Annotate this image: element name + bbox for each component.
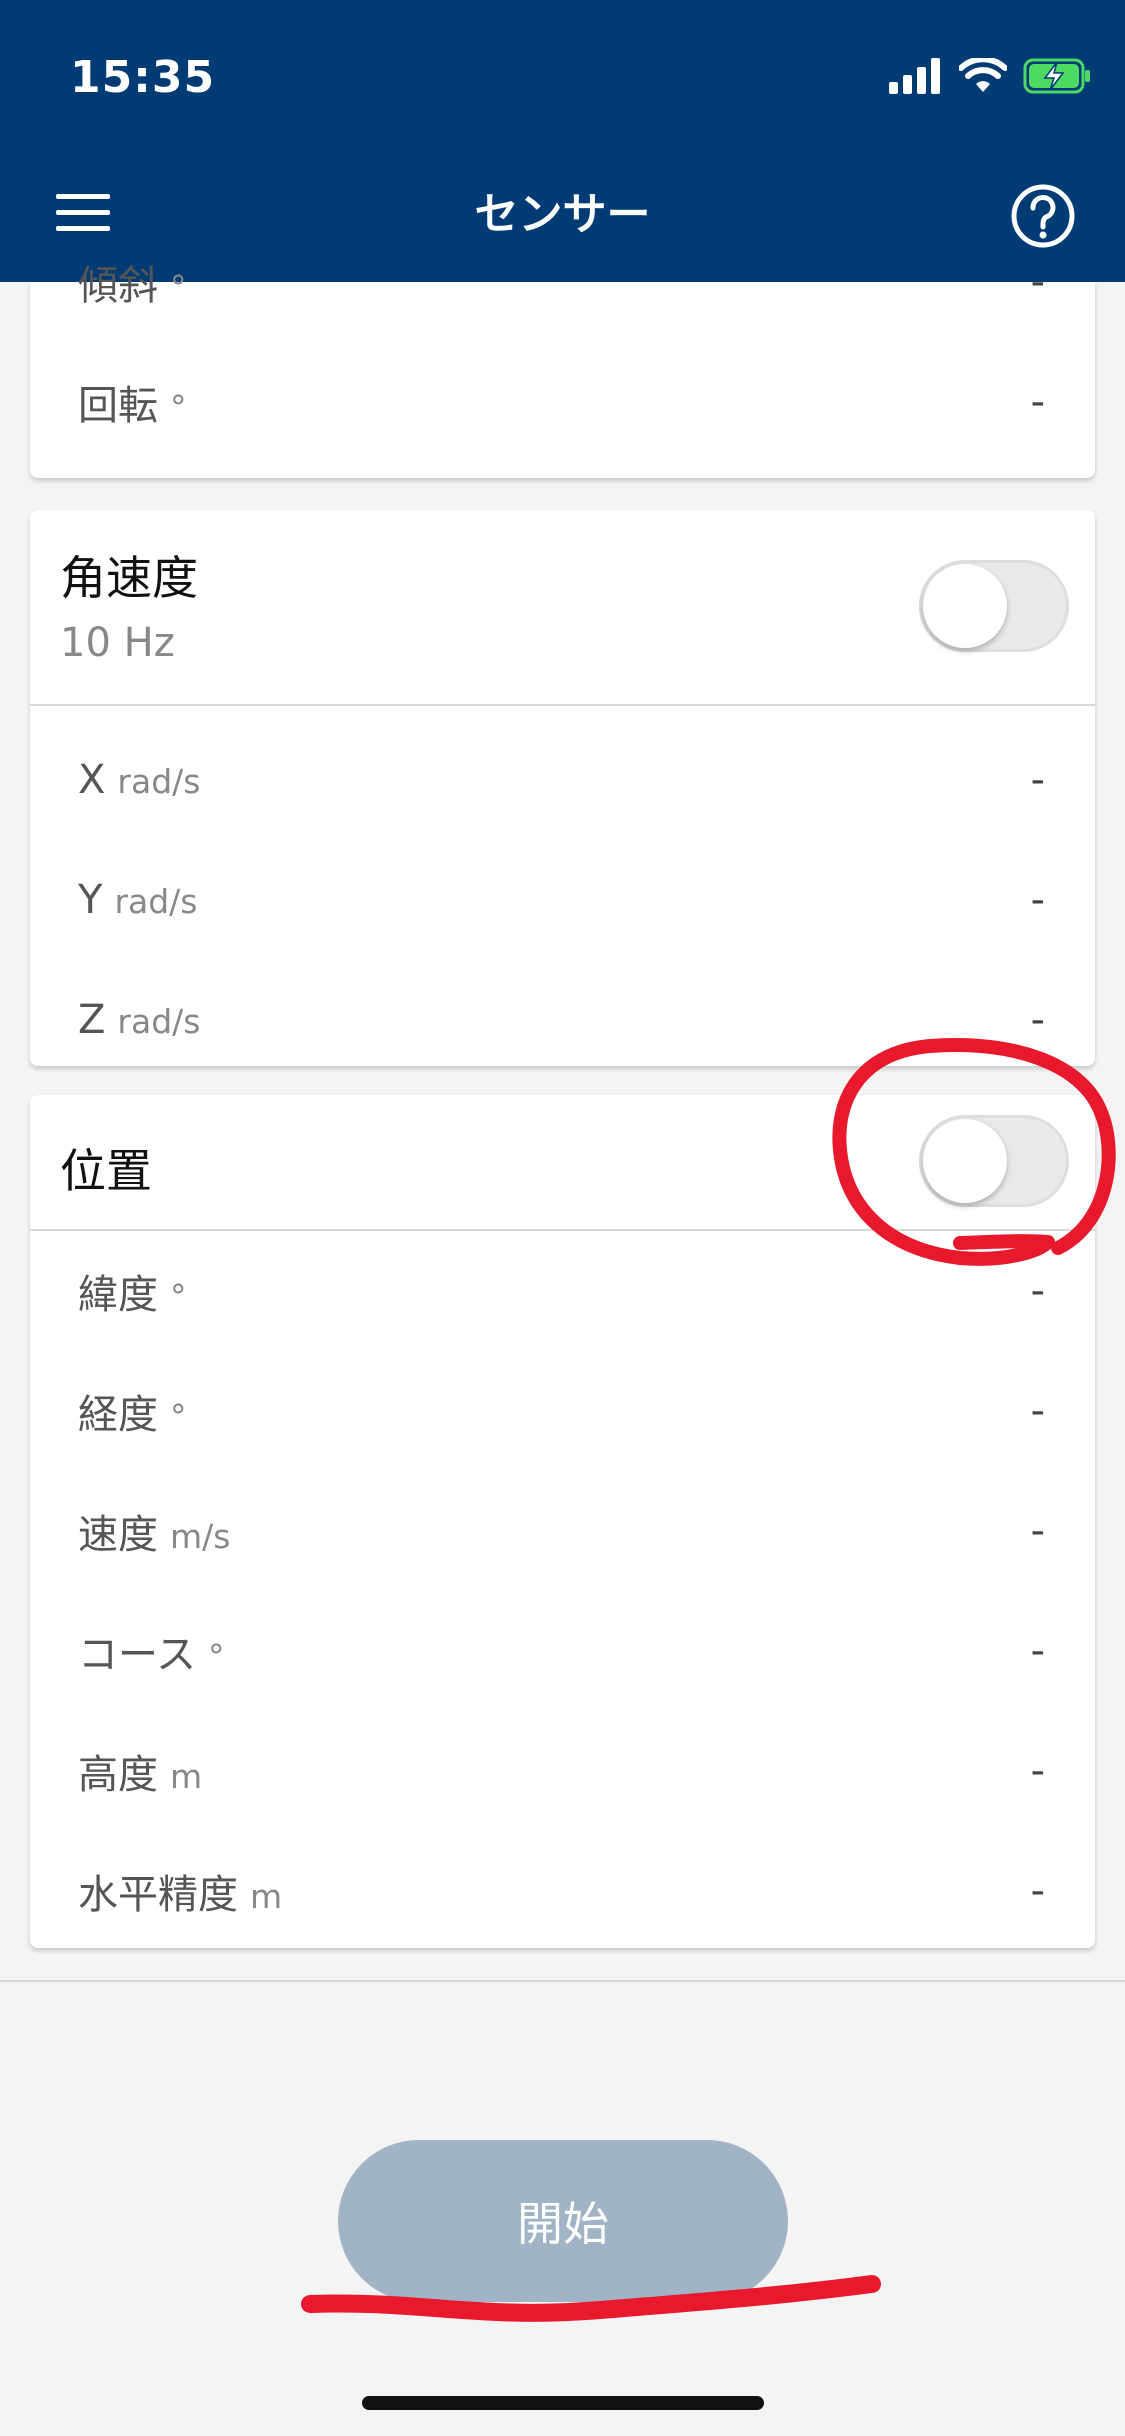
list-item: 高度 m - (30, 1711, 1095, 1831)
angular-velocity-card: 角速度 10 Hz Xrad/s - Yrad/s - Zrad/s - (30, 510, 1095, 1066)
row-label: 傾斜 ° (78, 263, 187, 309)
row-value: - (1030, 259, 1045, 305)
location-card: 位置 緯度 ° - 経度 ° - 速度 m/s - コース ° - 高度 m - 水平精度… (30, 1095, 1095, 1948)
battery-charging-icon (1023, 58, 1090, 94)
row-value: - (1030, 1868, 1045, 1914)
list-item: 回転 ° - (30, 342, 1095, 462)
row-value: - (1030, 1628, 1045, 1674)
row-label: 水平精度 m (78, 1872, 283, 1918)
footer-divider (0, 1980, 1125, 1982)
row-value: - (1030, 1508, 1045, 1554)
card-title: 位置 (60, 1144, 152, 1198)
row-label: 高度 m (78, 1752, 203, 1798)
wifi-icon (959, 58, 1007, 92)
sampling-rate: 10 Hz (60, 620, 175, 666)
cellular-signal-icon (889, 58, 940, 94)
status-time: 15:35 (70, 52, 216, 103)
list-item: 傾斜 ° - (30, 222, 1095, 342)
list-item: コース ° - (30, 1591, 1095, 1711)
list-item: 水平精度 m - (30, 1831, 1095, 1951)
card-header: 角速度 10 Hz (30, 510, 1095, 706)
row-label: Xrad/s (78, 757, 201, 803)
start-button[interactable]: 開始 (338, 2140, 788, 2302)
row-value: - (1030, 1268, 1045, 1314)
toggle-knob (923, 1119, 1007, 1203)
row-value: - (1030, 997, 1045, 1043)
list-item: Yrad/s - (30, 840, 1095, 960)
toggle-knob (923, 564, 1007, 648)
row-value: - (1030, 877, 1045, 923)
home-indicator (362, 2396, 764, 2410)
row-value: - (1030, 379, 1045, 425)
row-value: - (1030, 1748, 1045, 1794)
row-label: 経度 ° (78, 1392, 187, 1438)
attitude-card: 傾斜 ° - 回転 ° - (30, 259, 1095, 478)
list-item: Xrad/s - (30, 720, 1095, 840)
row-label: コース ° (78, 1632, 225, 1678)
list-item: 速度 m/s - (30, 1471, 1095, 1591)
row-value: - (1030, 757, 1045, 803)
location-toggle[interactable] (919, 1115, 1069, 1207)
card-title: 角速度 (60, 551, 198, 605)
list-item: 緯度 ° - (30, 1231, 1095, 1351)
row-label: 緯度 ° (78, 1272, 187, 1318)
list-item: 経度 ° - (30, 1351, 1095, 1471)
row-label: 速度 m/s (78, 1512, 231, 1558)
card-header: 位置 (30, 1095, 1095, 1231)
angular-velocity-toggle[interactable] (919, 560, 1069, 652)
row-label: Yrad/s (78, 877, 198, 923)
status-icons (889, 58, 1091, 94)
row-value: - (1030, 1388, 1045, 1434)
row-label: 回転 ° (78, 383, 187, 429)
row-label: Zrad/s (78, 997, 201, 1043)
list-item: Zrad/s - (30, 960, 1095, 1080)
